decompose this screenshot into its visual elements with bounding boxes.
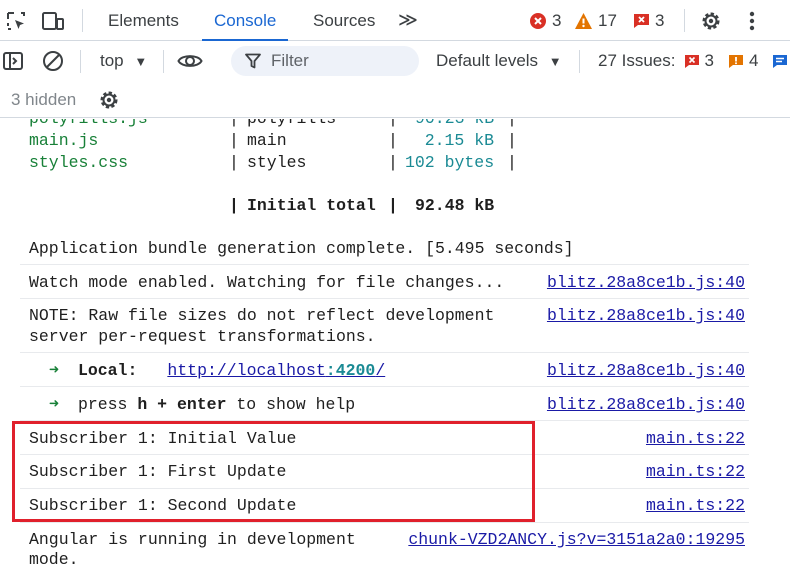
- help-text: press: [77, 395, 138, 414]
- build-file: styles.css: [29, 153, 129, 172]
- build-file: main.js: [29, 131, 99, 150]
- warning-count: 17: [598, 11, 617, 30]
- build-table-row: main.js | main | 2.15 kB |: [29, 131, 517, 150]
- source-link[interactable]: main.ts:22: [646, 461, 745, 482]
- message-text-line1: Angular is running in development: [29, 530, 356, 549]
- console-message: Angular is running in development mode. …: [20, 524, 749, 574]
- message-text: Application bundle generation complete. …: [29, 239, 574, 258]
- more-options-icon[interactable]: [739, 8, 765, 34]
- build-size: 2.15 kB: [424, 131, 494, 150]
- build-name: polyfills: [247, 119, 336, 129]
- message-text: Subscriber 1: Second Update: [29, 496, 297, 515]
- settings-gear-icon[interactable]: [698, 8, 724, 34]
- error-count-badge[interactable]: 3: [529, 10, 561, 32]
- console-settings-gear-icon[interactable]: [96, 87, 122, 113]
- filter-box[interactable]: [231, 46, 419, 76]
- message-text: Subscriber 1: Initial Value: [29, 429, 297, 448]
- arrow-icon: ➜: [49, 361, 59, 380]
- build-name: main: [247, 131, 287, 150]
- console-message: ➜ Local: http://localhost:4200/ blitz.28a8…: [20, 354, 749, 387]
- chevron-down-icon: ▼: [134, 54, 148, 69]
- localhost-link[interactable]: http://localhost:4200/: [167, 361, 385, 380]
- error-icon: [530, 13, 546, 29]
- error-count: 3: [552, 11, 562, 30]
- source-link[interactable]: main.ts:22: [646, 495, 745, 516]
- issues-warning-count: 4: [748, 51, 759, 70]
- context-selector[interactable]: top ▼: [100, 41, 147, 81]
- tab-console[interactable]: Console: [201, 0, 289, 42]
- build-table-row: polyfills.js|polyfills|90.23 kB|: [29, 119, 517, 129]
- source-link[interactable]: blitz.28a8ce1b.js:40: [547, 360, 745, 381]
- warning-icon: [575, 13, 592, 29]
- source-link[interactable]: blitz.28a8ce1b.js:40: [547, 394, 745, 415]
- hidden-count: 3 hidden: [11, 90, 77, 109]
- build-total-size: 92.48 kB: [415, 196, 495, 215]
- warning-count-badge[interactable]: 17: [574, 10, 617, 32]
- devtools-tab-bar: Elements Console Sources ≫ 3 17 3: [0, 0, 790, 42]
- url-port: :4200: [325, 361, 376, 380]
- console-message: Subscriber 1: First Update main.ts:22: [20, 456, 749, 489]
- url-host: http://localhost: [167, 361, 326, 380]
- message-text-line2: server per-request transformations.: [29, 327, 376, 346]
- issues-label: 27 Issues:: [598, 51, 676, 70]
- filter-input[interactable]: [271, 51, 401, 71]
- source-link[interactable]: blitz.28a8ce1b.js:40: [547, 305, 745, 326]
- console-message: Subscriber 1: Second Update main.ts:22: [20, 490, 749, 523]
- more-tabs-button[interactable]: ≫: [398, 0, 418, 41]
- clear-console-icon[interactable]: [40, 48, 66, 74]
- issue-icon: [634, 14, 649, 28]
- message-text: Subscriber 1: First Update: [29, 462, 287, 481]
- tab-separator: [684, 9, 685, 32]
- filter-funnel-icon: [245, 53, 261, 69]
- toolbar-separator: [163, 50, 164, 73]
- log-levels-value: Default levels: [436, 51, 539, 70]
- issues-error-count: 3: [704, 51, 714, 70]
- issues-counter[interactable]: 27 Issues: 3 4 2: [598, 41, 790, 81]
- build-size: 90.23 kB: [415, 119, 494, 129]
- issue-error-icon: [684, 54, 699, 68]
- issue-info-icon: [773, 54, 788, 68]
- inspect-element-icon[interactable]: [3, 8, 29, 34]
- build-table-row: styles.css | styles | 102 bytes |: [29, 153, 517, 172]
- console-message: Subscriber 1: Initial Value main.ts:22: [20, 422, 749, 455]
- message-text-line1: NOTE: Raw file sizes do not reflect deve…: [29, 306, 495, 325]
- message-text: Watch mode enabled. Watching for file ch…: [29, 273, 505, 292]
- console-message: Application bundle generation complete. …: [20, 232, 749, 265]
- live-expression-eye-icon[interactable]: [177, 48, 203, 74]
- source-link[interactable]: main.ts:22: [646, 428, 745, 449]
- issues-count-badge[interactable]: 3: [633, 10, 664, 32]
- build-total-label: Initial total: [247, 196, 376, 215]
- build-file: polyfills.js: [29, 119, 148, 128]
- hidden-messages-row: 3 hidden: [0, 81, 790, 118]
- console-toolbar: top ▼ Default levels ▼ 27 Issues: 3 4 2: [0, 41, 790, 81]
- local-label: Local:: [77, 361, 138, 380]
- toolbar-separator: [579, 50, 580, 73]
- url-path: /: [375, 361, 386, 380]
- help-text: to show help: [226, 395, 356, 414]
- message-text-line2: mode.: [29, 550, 79, 569]
- issues-count: 3: [655, 11, 665, 30]
- console-message: NOTE: Raw file sizes do not reflect deve…: [20, 300, 749, 353]
- source-link[interactable]: blitz.28a8ce1b.js:40: [547, 272, 745, 293]
- issue-warning-icon: [728, 54, 743, 68]
- context-value: top: [100, 51, 124, 70]
- chevron-down-icon: ▼: [548, 54, 562, 69]
- tab-elements[interactable]: Elements: [108, 0, 179, 41]
- console-output: polyfills.js|polyfills|90.23 kB| main.js…: [0, 119, 790, 574]
- console-message: Watch mode enabled. Watching for file ch…: [20, 266, 749, 299]
- toolbar-separator: [80, 50, 81, 73]
- source-link[interactable]: chunk-VZD2ANCY.js?v=3151a2a0:19295: [408, 529, 745, 550]
- log-levels-dropdown[interactable]: Default levels ▼: [436, 41, 562, 81]
- build-size: 102 bytes: [405, 153, 495, 172]
- sidebar-toggle-icon[interactable]: [0, 48, 26, 74]
- tab-separator: [82, 9, 83, 32]
- arrow-icon: ➜: [49, 395, 59, 414]
- console-message: ➜ press h + enter to show help blitz.28a8…: [20, 388, 749, 421]
- help-key: h + enter: [137, 395, 227, 414]
- tab-sources[interactable]: Sources: [313, 0, 375, 41]
- build-name: styles: [247, 153, 307, 172]
- device-toolbar-icon[interactable]: [40, 8, 66, 34]
